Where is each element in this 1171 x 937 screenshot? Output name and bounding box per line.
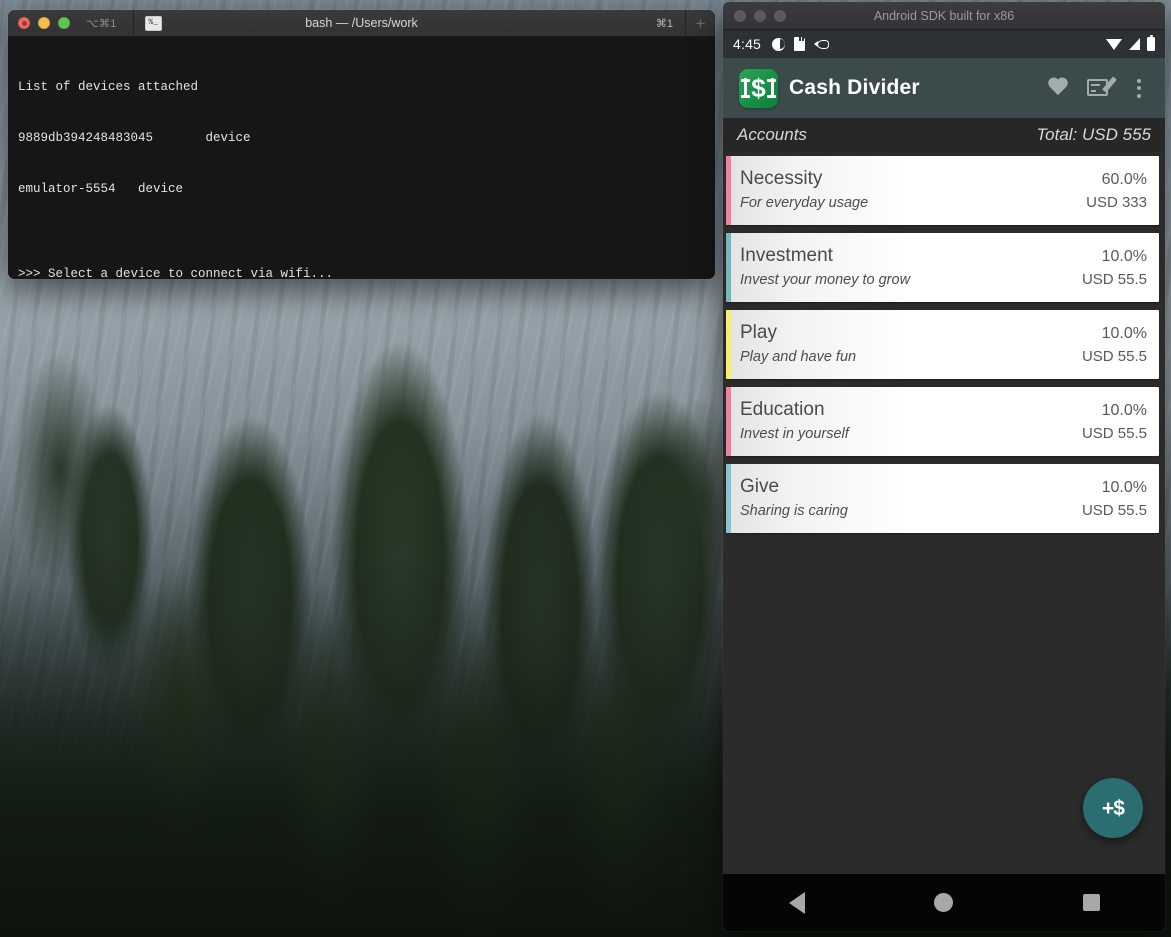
terminal-prompt-line: >>> Select a device to connect via wifi.… — [18, 267, 334, 279]
battery-icon — [1147, 34, 1155, 51]
account-percent: 10.0% — [1101, 402, 1147, 419]
signal-icon — [1129, 38, 1140, 50]
emulator-titlebar[interactable]: Android SDK built for x86 — [723, 2, 1165, 30]
account-description: Play and have fun — [740, 349, 857, 365]
account-name: Play — [740, 322, 777, 343]
list-item[interactable]: Education 10.0% Invest in yourself USD 5… — [726, 387, 1159, 456]
account-row-secondary: Sharing is caring USD 55.5 — [740, 500, 1147, 522]
list-item[interactable]: Investment 10.0% Invest your money to gr… — [726, 233, 1159, 302]
terminal-titlebar[interactable]: ⌥⌘1 %_ bash — /Users/work ⌘1 + — [8, 10, 715, 37]
emulator-window-controls[interactable] — [723, 9, 786, 22]
account-color-accent — [726, 387, 731, 456]
account-percent: 10.0% — [1101, 248, 1147, 265]
new-tab-button[interactable]: + — [686, 10, 715, 36]
terminal-line: List of devices attached — [18, 80, 199, 94]
toolbar-actions — [1047, 76, 1153, 98]
status-left-icons — [772, 37, 832, 51]
list-item[interactable]: Give 10.0% Sharing is caring USD 55.5 — [726, 464, 1159, 533]
account-amount: USD 55.5 — [1081, 425, 1147, 442]
app-icon-dollar-glyph: $ — [751, 73, 766, 103]
window-controls[interactable] — [8, 17, 70, 29]
account-amount: USD 55.5 — [1081, 271, 1147, 288]
nav-back-button[interactable] — [742, 874, 852, 931]
account-row-secondary: Play and have fun USD 55.5 — [740, 346, 1147, 368]
account-percent: 60.0% — [1101, 171, 1147, 188]
terminal-shortcut-left: ⌥⌘1 — [86, 17, 117, 30]
emulator-window-title: Android SDK built for x86 — [873, 8, 1015, 23]
account-row-primary: Play 10.0% — [740, 321, 1147, 346]
account-percent: 10.0% — [1101, 325, 1147, 342]
close-button[interactable] — [18, 17, 30, 29]
edit-signature-icon[interactable] — [1087, 76, 1117, 98]
recents-icon — [1082, 894, 1100, 911]
android-navigation-bar[interactable] — [723, 874, 1165, 931]
account-color-accent — [726, 310, 731, 379]
status-time: 4:45 — [733, 36, 762, 52]
heart-icon[interactable] — [1047, 78, 1069, 98]
account-amount: USD 55.5 — [1081, 502, 1147, 519]
account-description: Invest in yourself — [740, 426, 849, 442]
titlebar-divider — [132, 10, 134, 36]
app-toolbar: $ Cash Divider — [723, 58, 1165, 118]
terminal-titlebar-right: ⌘1 + — [656, 10, 715, 36]
wifi-icon — [1106, 38, 1122, 50]
account-row-primary: Education 10.0% — [740, 398, 1147, 423]
account-percent: 10.0% — [1101, 479, 1147, 496]
account-row-primary: Give 10.0% — [740, 475, 1147, 500]
overflow-menu-icon[interactable] — [1129, 78, 1149, 98]
half-circle-icon — [772, 37, 786, 51]
maximize-button[interactable] — [58, 17, 70, 29]
terminal-shortcut-right: ⌘1 — [655, 17, 673, 30]
terminal-output[interactable]: List of devices attached 9889db394248483… — [8, 37, 715, 279]
account-name: Give — [740, 476, 780, 497]
account-description: For everyday usage — [740, 195, 869, 211]
account-color-accent — [726, 156, 731, 225]
account-row-secondary: For everyday usage USD 333 — [740, 192, 1147, 214]
sd-card-icon — [794, 37, 806, 51]
accounts-header: Accounts Total: USD 555 — [723, 118, 1165, 152]
nav-recents-button[interactable] — [1036, 874, 1146, 931]
emulator-close-button[interactable] — [734, 9, 746, 22]
home-icon — [934, 893, 954, 912]
list-item[interactable]: Necessity 60.0% For everyday usage USD 3… — [726, 156, 1159, 225]
account-description: Invest your money to grow — [740, 272, 911, 288]
fab-label: +$ — [1102, 796, 1125, 820]
cash-divider-app-icon: $ — [739, 68, 778, 108]
terminal-line: emulator-5554 device — [18, 182, 184, 196]
terminal-window[interactable]: ⌥⌘1 %_ bash — /Users/work ⌘1 + List of d… — [8, 10, 715, 279]
account-row-secondary: Invest your money to grow USD 55.5 — [740, 269, 1147, 291]
nav-home-button[interactable] — [889, 874, 999, 931]
account-row-primary: Investment 10.0% — [740, 244, 1147, 269]
terminal-tab-icon[interactable]: %_ — [144, 15, 162, 31]
account-color-accent — [726, 233, 731, 302]
fish-icon — [814, 39, 832, 49]
emulator-maximize-button[interactable] — [774, 9, 786, 22]
emulator-minimize-button[interactable] — [754, 9, 766, 22]
account-amount: USD 55.5 — [1081, 348, 1147, 365]
account-row-primary: Necessity 60.0% — [740, 167, 1147, 192]
account-row-secondary: Invest in yourself USD 55.5 — [740, 423, 1147, 445]
app-title: Cash Divider — [789, 76, 920, 99]
list-item[interactable]: Play 10.0% Play and have fun USD 55.5 — [726, 310, 1159, 379]
account-amount: USD 333 — [1086, 194, 1147, 211]
account-name: Investment — [740, 245, 833, 266]
back-icon — [788, 891, 805, 914]
accounts-total: Total: USD 555 — [1036, 125, 1151, 144]
account-name: Education — [740, 399, 825, 420]
account-name: Necessity — [740, 168, 823, 189]
accounts-label: Accounts — [737, 125, 807, 144]
android-status-bar: 4:45 — [723, 30, 1165, 58]
android-emulator-window[interactable]: Android SDK built for x86 4:45 $ Cash Di… — [723, 2, 1165, 931]
minimize-button[interactable] — [38, 17, 50, 29]
terminal-line: 9889db394248483045 device — [18, 131, 251, 145]
add-transaction-fab[interactable]: +$ — [1083, 778, 1143, 838]
accounts-list[interactable]: Necessity 60.0% For everyday usage USD 3… — [723, 152, 1165, 874]
status-right-icons — [1106, 34, 1155, 51]
account-description: Sharing is caring — [740, 503, 848, 519]
account-color-accent — [726, 464, 731, 533]
